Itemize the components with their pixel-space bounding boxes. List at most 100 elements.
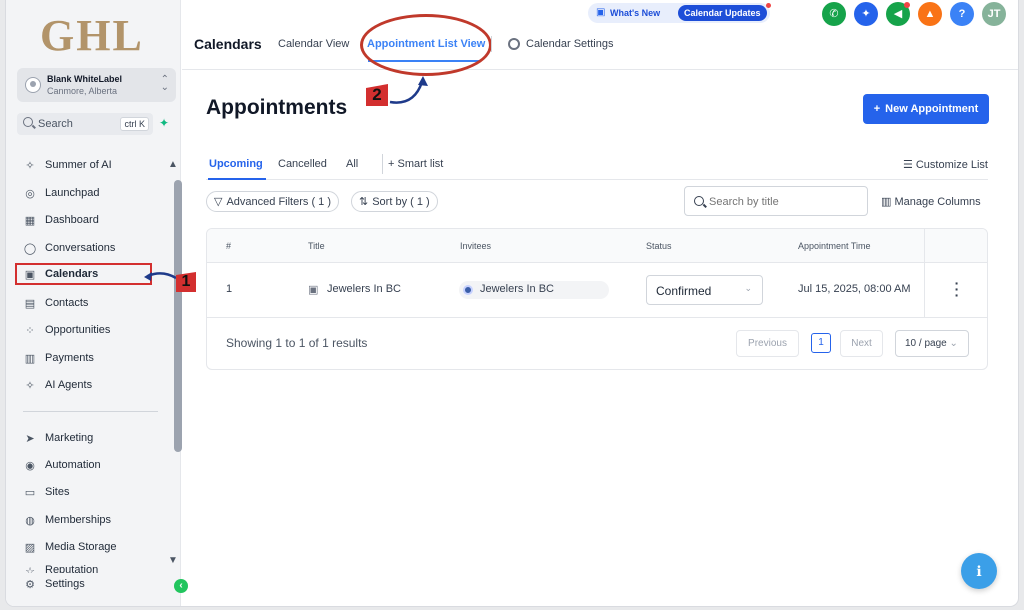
notifications-button[interactable]: ▲: [918, 2, 942, 26]
sidebar-item-calendars[interactable]: ▣ Calendars: [15, 263, 152, 285]
sparkle-icon: ✧: [25, 159, 35, 172]
announcements-button[interactable]: ◀: [886, 2, 910, 26]
scroll-up-arrow-icon[interactable]: ▲: [168, 159, 178, 170]
sidebar-item-memberships[interactable]: ◍ Memberships: [17, 509, 157, 531]
help-button[interactable]: ?: [950, 2, 974, 26]
notification-dot: [904, 2, 910, 8]
customize-list-button[interactable]: ☰ Customize List: [903, 158, 988, 171]
avatar-icon: [25, 77, 41, 93]
scroll-down-arrow-icon[interactable]: ▼: [168, 555, 178, 566]
subtab-separator: [382, 154, 383, 174]
sticky-column-divider: [924, 229, 925, 318]
bell-icon: ▲: [924, 8, 936, 20]
question-icon: ?: [958, 8, 966, 20]
search-title-input[interactable]: [709, 193, 859, 211]
sidebar-item-summer-of-ai[interactable]: ✧ Summer of AI: [17, 154, 157, 176]
manage-columns-button[interactable]: ▥ Manage Columns: [881, 195, 981, 208]
calendar-icon: ▣: [24, 268, 36, 281]
opportunities-icon: ⁘: [25, 324, 35, 337]
calendar-updates-pill[interactable]: Calendar Updates: [678, 5, 767, 21]
search-by-title[interactable]: [684, 186, 868, 216]
appointment-time: Jul 15, 2025, 08:00 AM: [798, 283, 911, 295]
sidebar-item-payments[interactable]: ▥ Payments: [17, 347, 157, 369]
next-page-button[interactable]: Next: [840, 330, 883, 357]
customize-icon: ☰: [902, 159, 916, 171]
row-number: 1: [226, 283, 233, 295]
column-header-status: Status: [646, 241, 672, 251]
help-chat-button[interactable]: ℹ: [961, 553, 997, 589]
sidebar-item-marketing[interactable]: ➤ Marketing: [17, 427, 157, 449]
rocket-icon: ◎: [25, 187, 35, 200]
tab-calendar-settings[interactable]: Calendar Settings: [526, 38, 613, 50]
new-appointment-button[interactable]: + New Appointment: [863, 94, 989, 124]
ai-sparkle-icon[interactable]: ✦: [159, 116, 169, 130]
automation-icon: ◉: [25, 459, 35, 472]
company-logo: GHL: [40, 11, 144, 60]
user-avatar[interactable]: JT: [982, 2, 1006, 26]
advanced-filters-button[interactable]: ▽ Advanced Filters ( 1 ): [206, 191, 340, 212]
sidebar-item-media-storage[interactable]: ▨ Media Storage: [17, 536, 157, 558]
sidebar-item-settings[interactable]: ⚙ Settings: [17, 573, 157, 595]
chat-icon: ◯: [23, 242, 37, 255]
sidebar-item-dashboard[interactable]: ▦ Dashboard: [17, 209, 157, 231]
memberships-icon: ◍: [25, 514, 35, 527]
sidebar-scrollbar[interactable]: [174, 180, 182, 452]
sidebar-item-sites[interactable]: ▭ Sites: [17, 481, 157, 503]
app-section-title: Calendars: [194, 36, 262, 52]
collapse-sidebar-button[interactable]: ‹: [174, 579, 188, 593]
sort-icon: ⇅: [359, 196, 369, 208]
tab-calendar-view[interactable]: Calendar View: [278, 38, 349, 50]
dashboard-icon: ▦: [24, 214, 36, 227]
annotation-marker-1: 1: [176, 272, 196, 292]
magic-wand-icon: ✦: [861, 8, 871, 20]
column-header-title: Title: [308, 241, 325, 251]
sidebar-search[interactable]: Search ctrl K: [17, 113, 153, 135]
phone-button[interactable]: ✆: [822, 2, 846, 26]
search-icon: [694, 196, 704, 206]
active-subtab-underline: [208, 178, 266, 180]
settings-gear-icon: [508, 38, 520, 50]
app-window: GHL Blank WhiteLabel Canmore, Alberta ⌃ ⌄…: [6, 0, 1018, 606]
current-page-button[interactable]: 1: [811, 333, 831, 353]
whats-new-banner[interactable]: ▣ What's New Calendar Updates: [588, 3, 771, 23]
annotation-marker-2: 2: [366, 84, 388, 106]
account-location: Canmore, Alberta: [47, 86, 118, 96]
whats-new-label: What's New: [610, 8, 661, 18]
calendar-icon: ▣: [308, 284, 319, 296]
column-header-number: #: [226, 241, 232, 251]
magic-button[interactable]: ✦: [854, 2, 878, 26]
filter-icon: ▽: [214, 196, 223, 208]
tab-upcoming[interactable]: Upcoming: [209, 158, 263, 170]
annotation-oval: [360, 14, 492, 76]
page-size-select[interactable]: 10 / page ⌄: [895, 330, 969, 357]
smart-list-button[interactable]: + Smart list: [388, 158, 443, 170]
send-icon: ➤: [25, 432, 35, 445]
tab-cancelled[interactable]: Cancelled: [278, 158, 327, 170]
tab-all[interactable]: All: [346, 158, 358, 170]
ai-agents-icon: ✧: [25, 379, 35, 392]
sidebar-item-launchpad[interactable]: ◎ Launchpad: [17, 182, 157, 204]
sidebar-item-automation[interactable]: ◉ Automation: [17, 454, 157, 476]
status-select[interactable]: Confirmed ⌄: [646, 275, 763, 305]
payments-icon: ▥: [24, 352, 36, 365]
sidebar: GHL Blank WhiteLabel Canmore, Alberta ⌃ ⌄…: [6, 0, 188, 606]
list-tabs: Upcoming Cancelled All + Smart list ☰ Cu…: [206, 152, 988, 180]
appointment-title[interactable]: Jewelers In BC: [327, 283, 401, 295]
sidebar-item-ai-agents[interactable]: ✧ AI Agents: [17, 374, 157, 396]
appointments-table: # Title Invitees Status Appointment Time…: [206, 228, 988, 370]
invitee-name: Jewelers In BC: [480, 283, 554, 295]
invitee-avatar-icon: [463, 285, 473, 295]
notification-dot: [766, 3, 771, 8]
row-actions-icon[interactable]: · · ·: [951, 276, 963, 302]
account-switcher[interactable]: Blank WhiteLabel Canmore, Alberta ⌃ ⌄: [17, 68, 176, 102]
previous-page-button[interactable]: Previous: [736, 330, 799, 357]
chevron-down-icon: ⌄: [744, 283, 752, 293]
sort-by-button[interactable]: ⇅ Sort by ( 1 ): [351, 191, 438, 212]
megaphone-icon: ◀: [893, 8, 903, 20]
gear-icon: ⚙: [25, 578, 35, 591]
sidebar-item-opportunities[interactable]: ⁘ Opportunities: [17, 319, 157, 341]
table-row[interactable]: 1 ▣ Jewelers In BC Jewelers In BC Confir…: [207, 263, 987, 318]
sidebar-item-conversations[interactable]: ◯ Conversations: [17, 237, 157, 259]
sidebar-item-contacts[interactable]: ▤ Contacts: [17, 292, 157, 314]
contacts-icon: ▤: [24, 297, 36, 310]
